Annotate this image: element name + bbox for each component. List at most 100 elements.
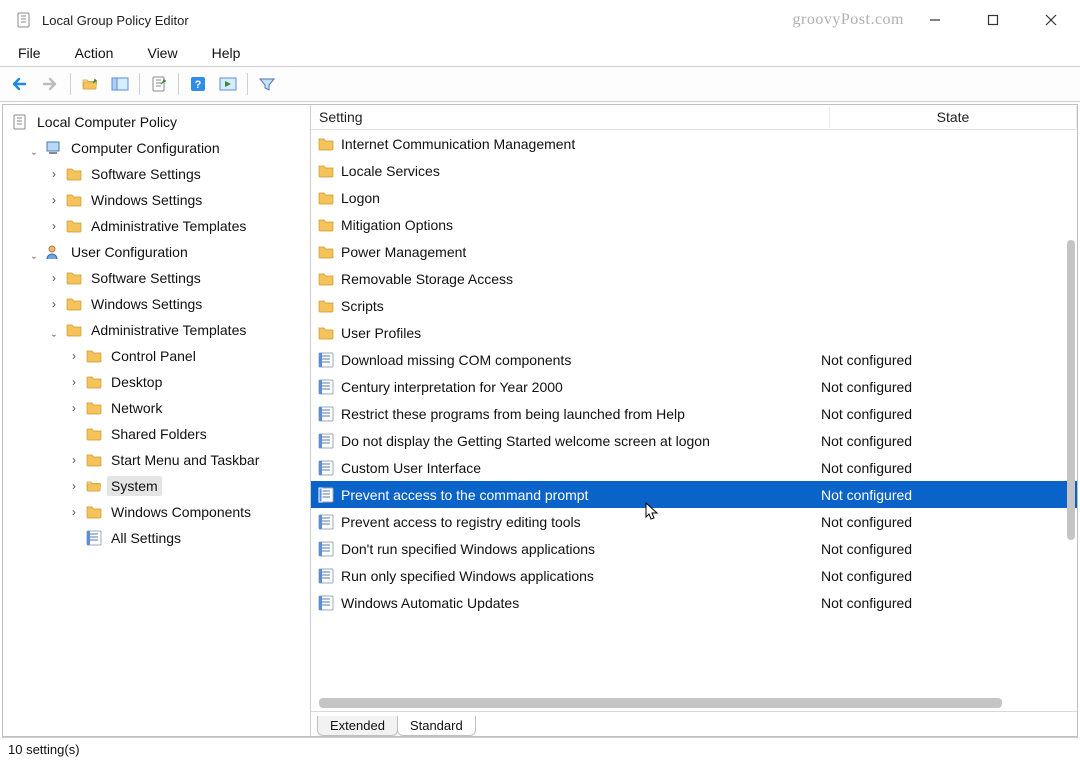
show-hide-tree-button[interactable] [107, 71, 133, 97]
list-row[interactable]: Internet Communication Management [311, 130, 1077, 157]
statusbar: 10 setting(s) [2, 737, 1078, 760]
list-row[interactable]: Don't run specified Windows applications… [311, 535, 1077, 562]
folder-open-icon [85, 478, 103, 494]
note-icon [11, 114, 29, 130]
list-row[interactable]: Windows Automatic UpdatesNot configured [311, 589, 1077, 616]
tree-user-config[interactable]: ˬ User Configuration [7, 239, 310, 265]
app-icon [16, 12, 32, 28]
list-row[interactable]: Scripts [311, 292, 1077, 319]
tree-control-panel[interactable]: › Control Panel [7, 343, 310, 369]
folder-icon [65, 296, 83, 312]
tree-uc-admintemplates[interactable]: ˬ Administrative Templates [7, 317, 310, 343]
horizontal-scrollbar[interactable] [311, 695, 1077, 711]
list-row[interactable]: Custom User InterfaceNot configured [311, 454, 1077, 481]
menubar: File Action View Help [0, 40, 1080, 66]
list-row[interactable]: Download missing COM componentsNot confi… [311, 346, 1077, 373]
tree-uc-windows[interactable]: › Windows Settings [7, 291, 310, 317]
caret-right-icon[interactable]: › [67, 375, 81, 389]
row-label: Download missing COM components [341, 352, 821, 368]
list-row[interactable]: Power Management [311, 238, 1077, 265]
back-button[interactable] [8, 71, 34, 97]
user-icon [45, 244, 63, 260]
row-label: Custom User Interface [341, 460, 821, 476]
close-button[interactable] [1030, 4, 1072, 36]
row-label: Century interpretation for Year 2000 [341, 379, 821, 395]
folder-icon [65, 192, 83, 208]
status-text: 10 setting(s) [8, 742, 80, 757]
column-state[interactable]: State [830, 106, 1077, 128]
tree-uc-software[interactable]: › Software Settings [7, 265, 310, 291]
tree-cc-admintemplates[interactable]: › Administrative Templates [7, 213, 310, 239]
caret-right-icon[interactable]: › [47, 167, 61, 181]
settings-list[interactable]: Internet Communication ManagementLocale … [311, 130, 1077, 695]
menu-help[interactable]: Help [206, 43, 247, 63]
help-button[interactable]: ? [185, 71, 211, 97]
menu-view[interactable]: View [141, 43, 183, 63]
app-window: Local Group Policy Editor groovyPost.com… [0, 0, 1080, 760]
tree-computer-config[interactable]: ˬ Computer Configuration [7, 135, 310, 161]
menu-action[interactable]: Action [69, 43, 120, 63]
tree-cc-software[interactable]: › Software Settings [7, 161, 310, 187]
tree-windows-components[interactable]: › Windows Components [7, 499, 310, 525]
caret-right-icon[interactable]: › [67, 505, 81, 519]
tab-extended[interactable]: Extended [317, 716, 398, 736]
folder-icon [85, 452, 103, 468]
tree-system[interactable]: › System [7, 473, 310, 499]
minimize-button[interactable] [914, 4, 956, 36]
list-row[interactable]: Restrict these programs from being launc… [311, 400, 1077, 427]
list-row[interactable]: Do not display the Getting Started welco… [311, 427, 1077, 454]
row-label: Power Management [341, 244, 821, 260]
list-row[interactable]: Mitigation Options [311, 211, 1077, 238]
caret-right-icon[interactable]: › [47, 219, 61, 233]
caret-right-icon[interactable]: › [47, 271, 61, 285]
caret-right-icon[interactable]: › [67, 401, 81, 415]
caret-down-icon[interactable]: ˬ [47, 323, 61, 337]
tree-cc-windows[interactable]: › Windows Settings [7, 187, 310, 213]
list-row[interactable]: Locale Services [311, 157, 1077, 184]
tab-standard[interactable]: Standard [397, 716, 476, 736]
setting-icon [317, 351, 335, 369]
filter-button[interactable] [254, 71, 280, 97]
scrollbar-thumb[interactable] [1067, 240, 1075, 540]
row-label: Windows Automatic Updates [341, 595, 821, 611]
tree-root[interactable]: Local Computer Policy [7, 109, 310, 135]
export-list-button[interactable] [146, 71, 172, 97]
setting-icon [317, 486, 335, 504]
list-row[interactable]: Prevent access to registry editing tools… [311, 508, 1077, 535]
list-row[interactable]: Removable Storage Access [311, 265, 1077, 292]
column-setting[interactable]: Setting [311, 106, 830, 128]
tree-all-settings[interactable]: All Settings [7, 525, 310, 551]
caret-right-icon[interactable]: › [47, 297, 61, 311]
vertical-scrollbar[interactable] [1063, 130, 1077, 695]
tree-start-menu[interactable]: › Start Menu and Taskbar [7, 447, 310, 473]
list-row[interactable]: Century interpretation for Year 2000Not … [311, 373, 1077, 400]
menu-file[interactable]: File [12, 43, 47, 63]
computer-icon [45, 140, 63, 156]
list-row[interactable]: Prevent access to the command promptNot … [311, 481, 1077, 508]
caret-right-icon[interactable]: › [67, 479, 81, 493]
forward-button[interactable] [38, 71, 64, 97]
folder-icon [85, 504, 103, 520]
list-row[interactable]: Logon [311, 184, 1077, 211]
view-tabs: Extended Standard [311, 711, 1077, 736]
tree-network[interactable]: › Network [7, 395, 310, 421]
tree-pane[interactable]: Local Computer Policy ˬ Computer Configu… [3, 105, 311, 736]
caret-right-icon[interactable]: › [47, 193, 61, 207]
caret-right-icon[interactable]: › [67, 453, 81, 467]
caret-right-icon[interactable]: › [67, 349, 81, 363]
row-label: Scripts [341, 298, 821, 314]
maximize-button[interactable] [972, 4, 1014, 36]
list-row[interactable]: User Profiles [311, 319, 1077, 346]
caret-down-icon[interactable]: ˬ [27, 245, 41, 259]
tree-shared-folders[interactable]: Shared Folders [7, 421, 310, 447]
folder-icon [85, 426, 103, 442]
svg-text:?: ? [195, 79, 202, 91]
folder-icon [317, 135, 335, 153]
up-button[interactable] [77, 71, 103, 97]
caret-down-icon[interactable]: ˬ [27, 141, 41, 155]
folder-icon [85, 374, 103, 390]
list-row[interactable]: Run only specified Windows applicationsN… [311, 562, 1077, 589]
run-button[interactable] [215, 71, 241, 97]
tree-desktop[interactable]: › Desktop [7, 369, 310, 395]
scrollbar-thumb[interactable] [319, 698, 1002, 708]
